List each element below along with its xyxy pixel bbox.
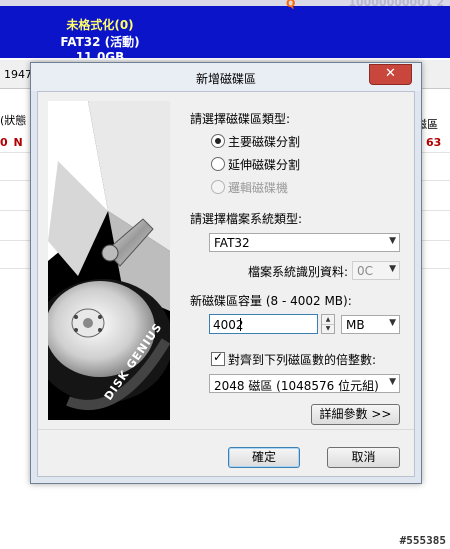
spin-down-icon[interactable]: ▼: [322, 324, 334, 333]
checkmark-icon: ✓: [213, 350, 224, 364]
filesystem-id-value: 0C: [357, 264, 374, 278]
partition-status: 未格式化(0): [66, 18, 134, 32]
chevron-down-icon: ▼: [389, 318, 396, 328]
partition-filesystem: FAT32 (活動): [60, 35, 140, 49]
new-partition-dialog: 新增磁碟區 ✕ DISK GENIUS 請選擇磁碟區類型: 主要磁碟分割 延伸磁…: [30, 62, 422, 484]
watermark: #555385: [399, 534, 446, 547]
column-header-status: (狀態: [0, 114, 27, 127]
advanced-params-button[interactable]: 詳細參數 >>: [311, 404, 400, 425]
radio-primary-partition[interactable]: [211, 134, 225, 148]
filesystem-select[interactable]: FAT32 ▼: [209, 233, 400, 252]
grid-line: [420, 210, 450, 211]
chevron-down-icon: ▼: [389, 264, 396, 274]
radio-primary-partition-label[interactable]: 主要磁碟分割: [228, 133, 300, 150]
filesystem-id-label: 檔案系統識別資料:: [248, 265, 349, 279]
alignment-select-value: 2048 磁區 (1048576 位元組): [214, 379, 379, 393]
hard-disk-icon: DISK GENIUS: [48, 101, 170, 420]
partition-type-label: 請選擇磁碟區類型:: [190, 112, 291, 126]
grid-line: [0, 180, 30, 181]
grid-line: [420, 268, 450, 269]
cancel-button[interactable]: 取消: [327, 447, 400, 468]
size-unit-select[interactable]: MB ▼: [341, 315, 400, 334]
q-logo-icon: Q: [286, 0, 296, 10]
align-checkbox-label[interactable]: 對齊到下列磁區數的倍整數:: [228, 351, 376, 368]
status-value: 0 N: [0, 136, 24, 149]
radio-extended-partition[interactable]: [211, 157, 225, 171]
grid-line: [420, 240, 450, 241]
top-partial-text: 10000000001 2: [348, 0, 444, 9]
hard-disk-illustration: DISK GENIUS: [48, 101, 170, 420]
grid-line: [0, 240, 30, 241]
dialog-title: 新增磁碟區: [195, 72, 256, 86]
align-checkbox[interactable]: ✓: [211, 350, 225, 366]
partition-size-input[interactable]: 4002: [209, 314, 318, 334]
filesystem-id-select: 0C ▼: [352, 261, 400, 280]
row-number: 1947: [4, 68, 32, 81]
chevron-down-icon: ▼: [389, 236, 396, 246]
grid-line: [420, 180, 450, 181]
radio-logical-drive: [211, 180, 225, 194]
grid-line: [420, 152, 450, 153]
alignment-select[interactable]: 2048 磁區 (1048576 位元組) ▼: [209, 374, 400, 393]
close-button[interactable]: ✕: [369, 64, 412, 85]
radio-extended-partition-label[interactable]: 延伸磁碟分割: [228, 156, 300, 173]
partition-size-label: 新磁碟區容量 (8 - 4002 MB):: [190, 294, 352, 308]
dialog-body: DISK GENIUS 請選擇磁碟區類型: 主要磁碟分割 延伸磁碟分割 邏輯磁碟…: [37, 91, 415, 477]
divider: [38, 429, 414, 430]
chevron-down-icon: ▼: [389, 377, 396, 387]
partition-size-value: 4002: [213, 318, 244, 332]
radio-logical-drive-label: 邏輯磁碟機: [228, 181, 289, 195]
sector-value: 63: [426, 136, 442, 149]
filesystem-type-label: 請選擇檔案系統類型:: [190, 212, 303, 226]
size-unit-value: MB: [346, 318, 365, 332]
grid-line: [0, 152, 30, 153]
filesystem-select-value: FAT32: [214, 236, 250, 250]
dialog-titlebar[interactable]: 新增磁碟區 ✕: [31, 63, 421, 91]
text-caret: [240, 318, 241, 331]
partition-block[interactable]: 未格式化(0) FAT32 (活動) 11.0GB: [20, 16, 180, 64]
ok-button[interactable]: 確定: [228, 447, 300, 468]
grid-line: [0, 210, 30, 211]
disk-map-bar[interactable]: Q 10000000001 2 未格式化(0) FAT32 (活動) 11.0G…: [0, 0, 450, 64]
partition-size-spinner[interactable]: ▲ ▼: [321, 314, 335, 334]
grid-line: [0, 268, 30, 269]
